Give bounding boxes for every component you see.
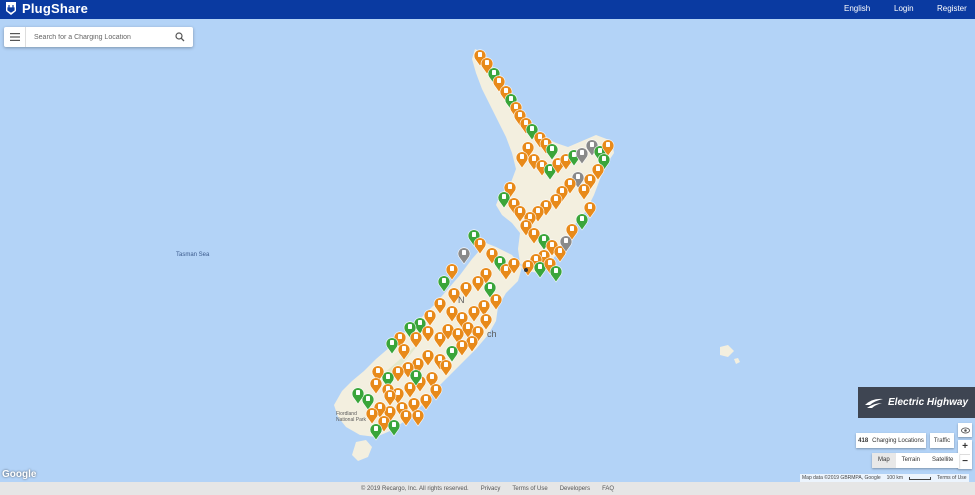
charging-station-marker[interactable] — [437, 275, 451, 293]
eye-locate-icon — [960, 427, 970, 433]
charging-station-marker[interactable] — [419, 393, 433, 411]
nav-english[interactable]: English — [844, 4, 870, 13]
menu-button[interactable] — [4, 27, 26, 47]
electric-highway-label: Electric Highway — [888, 397, 969, 408]
charging-station-marker[interactable] — [445, 345, 459, 363]
charging-station-marker[interactable] — [457, 247, 471, 265]
map-canvas[interactable]: Tasman Sea N ch Fiordland National Park — [0, 19, 975, 482]
plugshare-logo-icon — [6, 2, 16, 15]
zoom-out-button[interactable]: − — [958, 455, 972, 469]
tasman-sea-label: Tasman Sea — [176, 252, 210, 258]
charging-count-value: 418 — [858, 437, 869, 444]
electric-highway-badge[interactable]: Electric Highway — [858, 387, 975, 418]
charging-station-marker[interactable] — [545, 143, 559, 161]
footer-copyright: © 2019 Recargo, Inc. All rights reserved… — [360, 485, 469, 492]
charging-station-marker[interactable] — [399, 409, 413, 427]
charging-station-marker[interactable] — [521, 259, 535, 277]
map-terms-link[interactable]: Terms of Use — [937, 475, 966, 481]
charging-station-marker[interactable] — [411, 409, 425, 427]
charging-station-marker[interactable] — [385, 337, 399, 355]
hamburger-menu-icon — [9, 33, 20, 41]
charging-markers-layer — [351, 49, 615, 441]
charging-station-marker[interactable] — [369, 423, 383, 441]
map-data-text: Map data ©2019 GBRMPA, Google — [802, 475, 881, 481]
map-type-terrain[interactable]: Terrain — [896, 453, 926, 468]
charging-station-marker[interactable] — [387, 419, 401, 437]
map-type-satellite[interactable]: Satellite — [926, 453, 959, 468]
charging-station-marker[interactable] — [549, 265, 563, 283]
place-label-fiordland: Fiordland National Park — [336, 411, 367, 423]
charging-station-marker[interactable] — [473, 237, 487, 255]
charging-station-marker[interactable] — [397, 343, 411, 361]
nav-login[interactable]: Login — [894, 4, 914, 13]
zoom-controls: + − — [958, 440, 972, 469]
footer-privacy-link[interactable]: Privacy — [481, 486, 501, 492]
top-navigation-bar: PlugShare English Login Register — [0, 0, 975, 19]
brand[interactable]: PlugShare — [4, 1, 88, 16]
charging-station-marker[interactable] — [471, 275, 485, 293]
zoom-in-button[interactable]: + — [958, 440, 972, 454]
footer-terms-link[interactable]: Terms of Use — [512, 486, 547, 492]
footer-developers-link[interactable]: Developers — [560, 486, 590, 492]
place-label-ch: ch — [487, 329, 497, 339]
scale-label: 100 km — [886, 475, 904, 481]
charging-station-marker[interactable] — [467, 305, 481, 323]
charging-station-marker[interactable] — [575, 147, 589, 165]
charging-station-marker[interactable] — [439, 359, 453, 377]
charging-locations-count[interactable]: 418 Charging Locations — [856, 433, 926, 448]
traffic-toggle[interactable]: Traffic — [930, 433, 954, 448]
charging-station-marker[interactable] — [489, 293, 503, 311]
electric-highway-logo-icon — [865, 398, 883, 408]
charging-station-marker[interactable] — [577, 183, 591, 201]
page-footer: © 2019 Recargo, Inc. All rights reserved… — [0, 482, 975, 495]
search-input[interactable] — [26, 28, 171, 46]
map-attribution: Map data ©2019 GBRMPA, Google 100 km Ter… — [800, 474, 969, 482]
charging-station-marker[interactable] — [383, 389, 397, 407]
nav-register[interactable]: Register — [937, 4, 967, 13]
city-dot — [524, 268, 528, 272]
map-type-map[interactable]: Map — [872, 453, 896, 468]
charging-count-label: Charging Locations — [872, 437, 924, 444]
charging-station-marker[interactable] — [421, 325, 435, 343]
charging-station-marker[interactable] — [515, 151, 529, 169]
google-logo: Google — [2, 469, 37, 480]
charging-station-marker[interactable] — [369, 377, 383, 395]
brand-name: PlugShare — [22, 1, 89, 16]
charging-station-marker[interactable] — [433, 297, 447, 315]
locate-me-button[interactable] — [958, 423, 972, 437]
search-bar — [4, 27, 193, 47]
map-type-selector: Map Terrain Satellite — [872, 453, 960, 468]
scale-bar — [909, 476, 932, 480]
footer-faq-link[interactable]: FAQ — [602, 486, 614, 492]
search-icon[interactable] — [175, 32, 185, 42]
charging-station-marker[interactable] — [409, 331, 423, 349]
place-label-n: N — [458, 295, 465, 305]
